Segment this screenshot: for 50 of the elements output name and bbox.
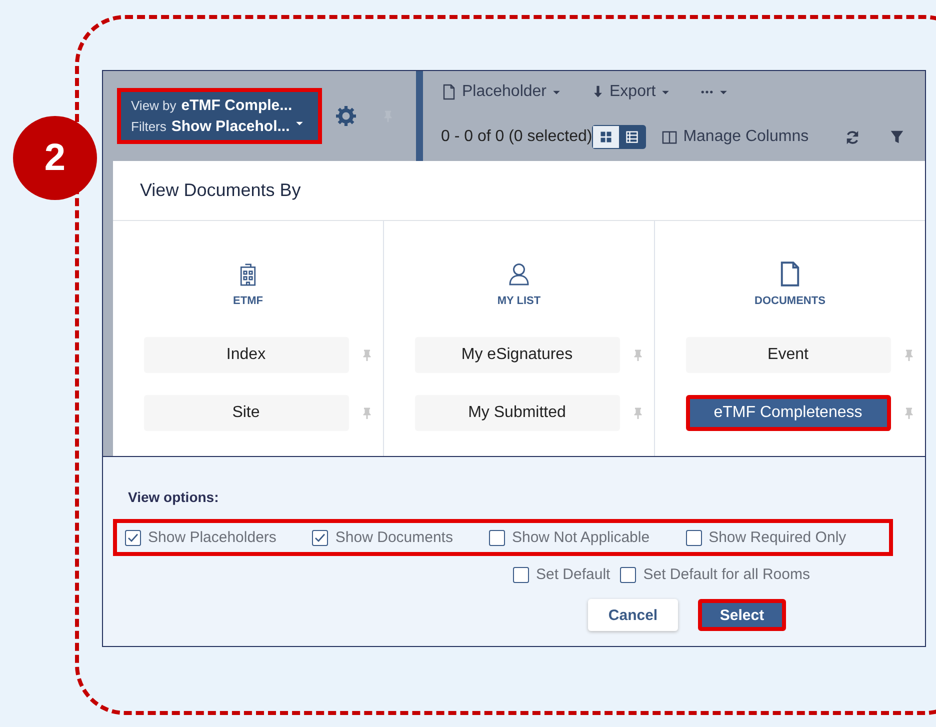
view-option-button[interactable]: My Submitted [414, 395, 620, 431]
caret-icon [295, 119, 304, 128]
view-option-button[interactable]: Site [144, 395, 348, 431]
view-option-button[interactable]: Event [686, 337, 890, 373]
record-count: 0 - 0 of 0 (0 selected) [441, 128, 592, 146]
person-icon [507, 261, 531, 287]
refresh-icon [844, 130, 860, 144]
view-mode-toggle[interactable] [593, 126, 620, 148]
view-options-title: View options: [128, 489, 220, 505]
filter-icon [890, 130, 904, 144]
pin-icon [902, 347, 914, 363]
column-heading: ETMF [233, 295, 263, 307]
select-button[interactable]: Select [698, 599, 786, 631]
grid-icon [600, 131, 612, 143]
checkbox-label: Set Default [536, 566, 610, 583]
list-icon [626, 131, 638, 143]
column-heading: DOCUMENTS [754, 295, 826, 307]
check-icon [127, 532, 139, 544]
check-icon [314, 532, 326, 544]
columns-icon [662, 130, 678, 144]
view-option-button[interactable]: My eSignatures [414, 337, 620, 373]
toolbar-button[interactable]: Placeholder [441, 83, 560, 101]
column-heading: MY LIST [497, 295, 541, 307]
checkbox-label: Show Required Only [708, 529, 846, 546]
view-mode-toggle[interactable] [619, 126, 646, 148]
pin-icon [632, 347, 644, 363]
manage-columns-button[interactable]: Manage Columns [662, 128, 809, 146]
checkbox-label: Show Documents [335, 529, 453, 546]
pin-icon [902, 405, 914, 421]
view-option-button[interactable]: eTMF Completeness [686, 395, 890, 431]
checkbox[interactable] [620, 566, 636, 582]
checkbox-label: Show Placeholders [148, 529, 276, 546]
cancel-button[interactable]: Cancel [588, 599, 678, 631]
checkbox[interactable] [125, 530, 141, 546]
checkbox[interactable] [513, 566, 529, 582]
step-badge: 2 [13, 116, 97, 200]
pin-icon [360, 347, 372, 363]
pin-icon [632, 405, 644, 421]
checkbox-label: Set Default for all Rooms [643, 566, 810, 583]
checkbox[interactable] [312, 530, 328, 546]
view-by-dropdown[interactable]: View by eTMF Comple... Filters Show Placehol... [117, 88, 322, 144]
settings-icon [336, 106, 356, 126]
pin-icon [360, 405, 372, 421]
document-icon [441, 84, 457, 100]
dialog-title: View Documents By [140, 180, 301, 201]
view-option-button[interactable]: Index [144, 337, 348, 373]
checkbox-label: Show Not Applicable [512, 529, 650, 546]
checkbox[interactable] [686, 530, 702, 546]
checkbox[interactable] [488, 530, 505, 546]
toolbar-button[interactable]: Export [590, 83, 670, 101]
